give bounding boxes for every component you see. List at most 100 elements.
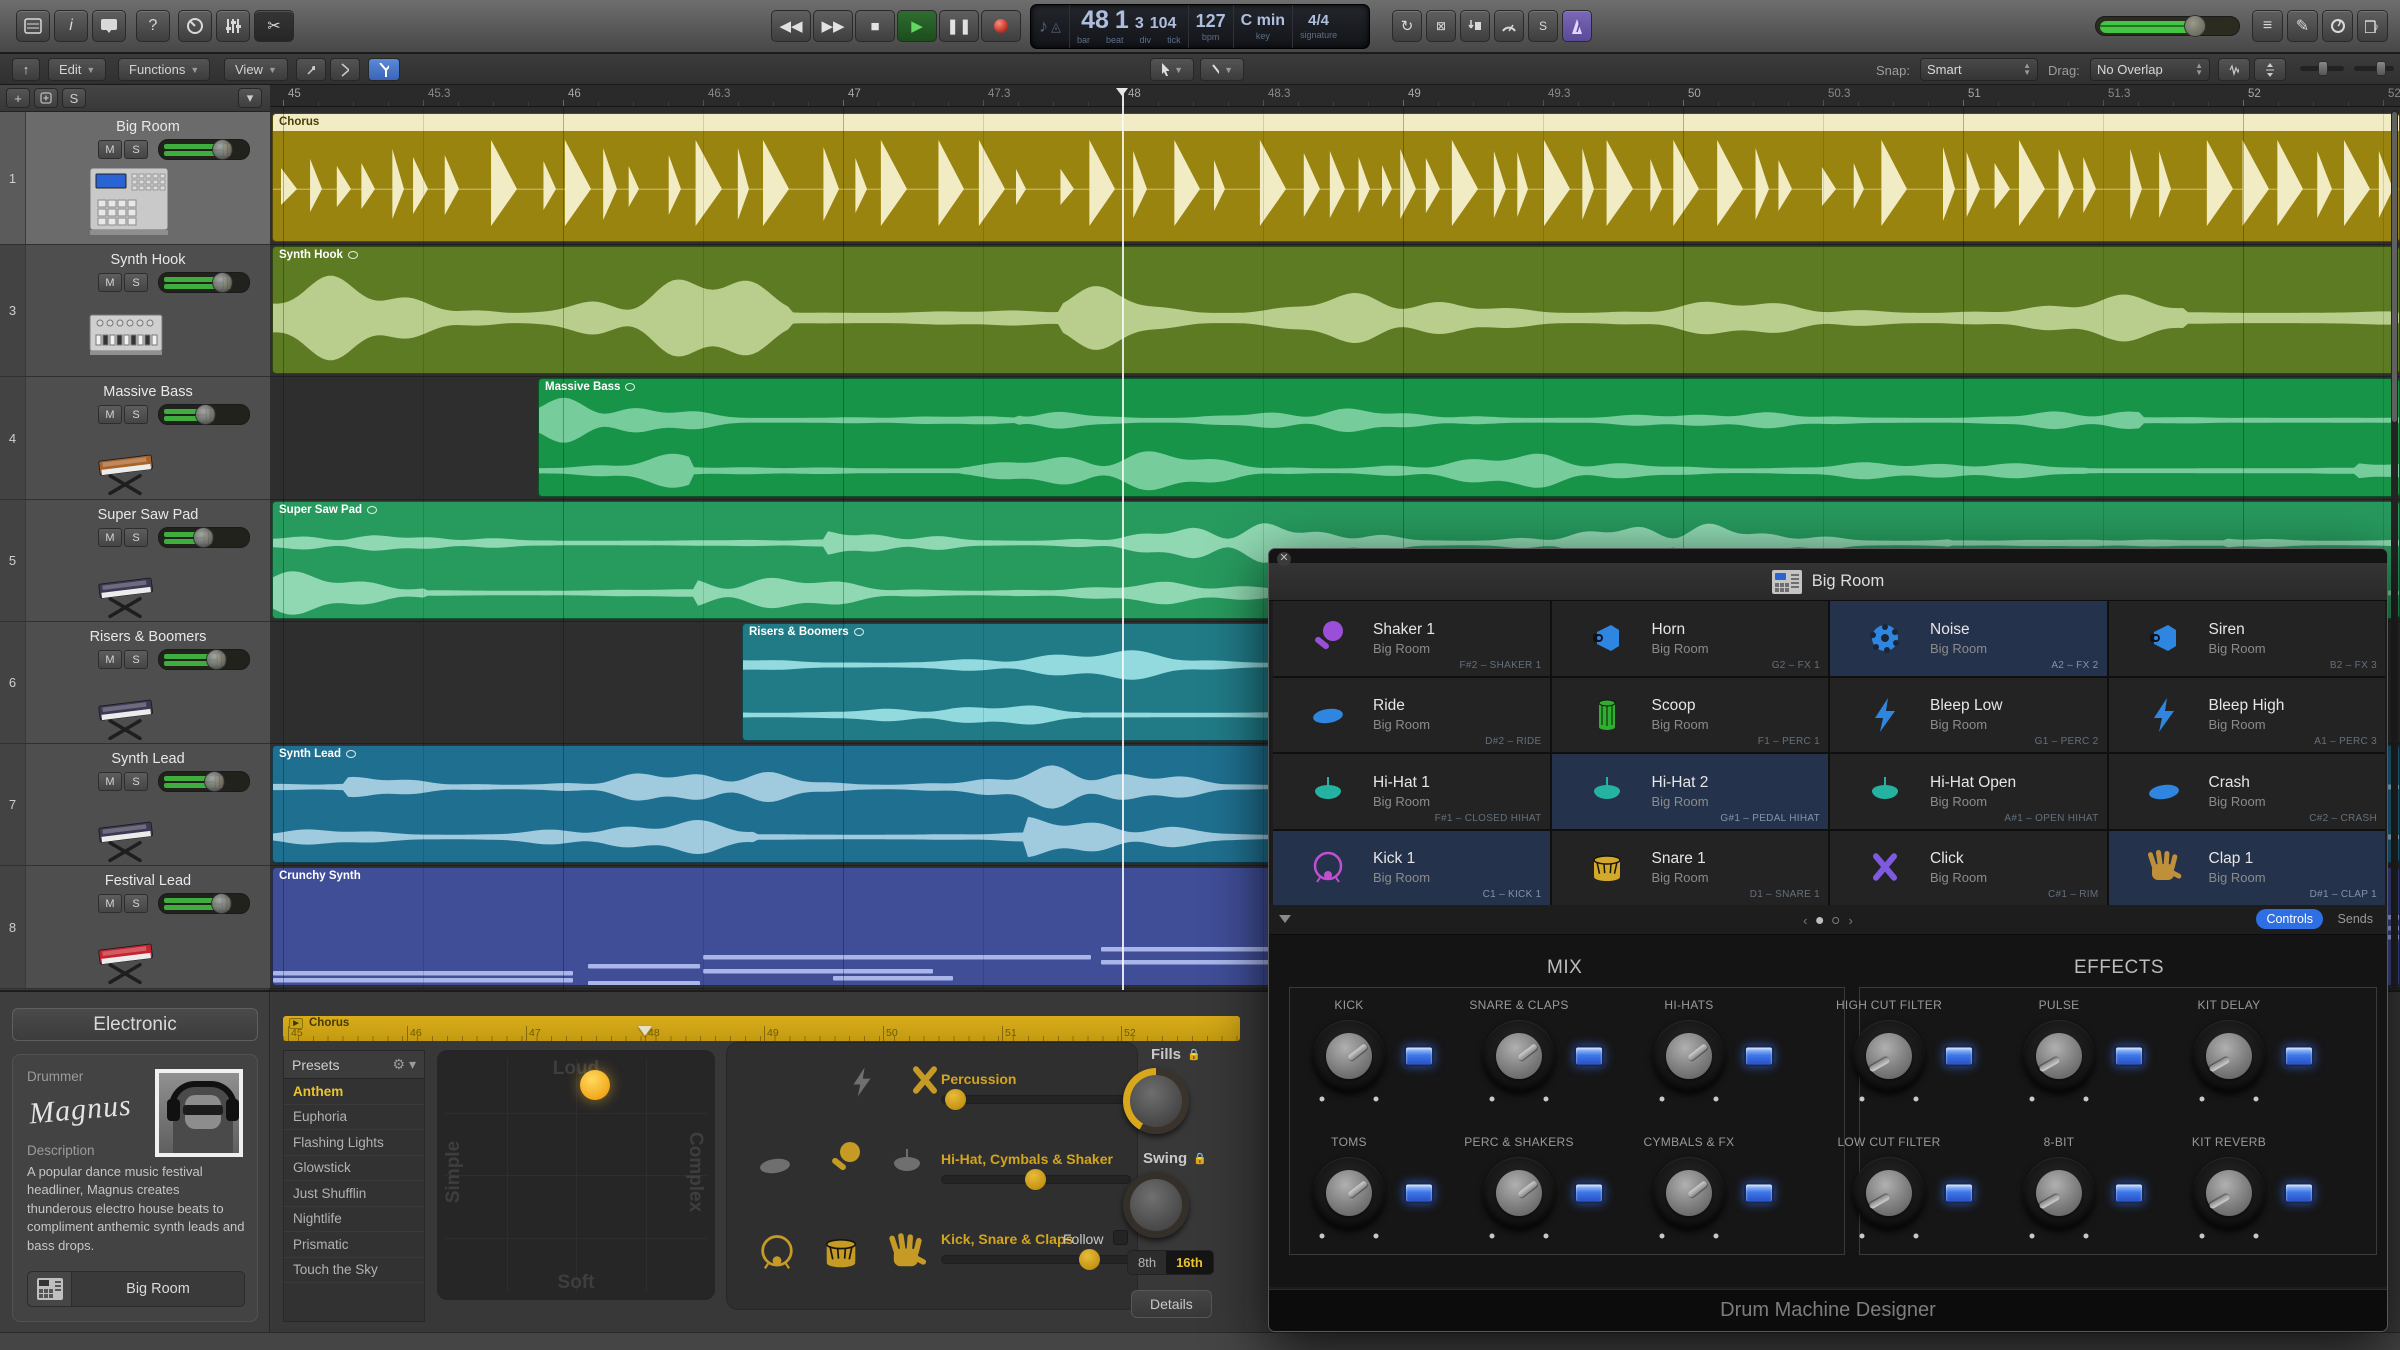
- perc-sticks-icon[interactable]: [905, 1061, 945, 1106]
- master-volume-slider[interactable]: [2095, 16, 2240, 36]
- slider-thumb-0[interactable]: [945, 1089, 966, 1110]
- slider-track-1[interactable]: [941, 1175, 1131, 1184]
- perc-hihat-icon[interactable]: [887, 1143, 927, 1188]
- track-volume-slider[interactable]: [158, 139, 250, 160]
- rate-8th[interactable]: 8th: [1128, 1251, 1166, 1274]
- inspector-icon[interactable]: i: [54, 10, 88, 42]
- slider-track-0[interactable]: [941, 1095, 1131, 1104]
- vertical-scrollbar[interactable]: [2391, 110, 2398, 988]
- lcd-position[interactable]: 48 1 3 104 bar beat div tick: [1070, 5, 1189, 48]
- pad-hi-hat-2[interactable]: Hi-Hat 2Big RoomG#1 – PEDAL HIHAT: [1552, 754, 1829, 829]
- knob-perc-shakers[interactable]: [1483, 1157, 1555, 1229]
- perc-hand-icon[interactable]: [885, 1231, 929, 1280]
- skip-cycle-icon[interactable]: ⊠: [1426, 10, 1456, 42]
- drummer-ruler[interactable]: ▶Chorus 4546474849505152: [283, 1016, 1240, 1041]
- knob-kit-reverb[interactable]: [2193, 1157, 2265, 1229]
- perc-cymbal-icon[interactable]: [755, 1145, 795, 1190]
- preset-item-touch-the-sky[interactable]: Touch the Sky: [284, 1258, 424, 1284]
- pad-kick-1[interactable]: Kick 1Big RoomC1 – KICK 1: [1273, 831, 1550, 906]
- mute-button[interactable]: M: [98, 528, 122, 547]
- drum-machine-designer-window[interactable]: ✕ Big Room Shaker 1Big RoomF#2 – SHAKER …: [1268, 548, 2388, 1332]
- help-icon[interactable]: ?: [136, 10, 170, 42]
- knob-low-cut-filter[interactable]: [1853, 1157, 1925, 1229]
- functions-menu[interactable]: Functions▼: [118, 58, 210, 81]
- playhead[interactable]: [1122, 90, 1124, 990]
- track-volume-slider[interactable]: [158, 272, 250, 293]
- track-header-risers-boomers[interactable]: 6Risers & BoomersMS: [0, 622, 270, 744]
- knob-led-button[interactable]: [1404, 1046, 1434, 1067]
- knob-8-bit[interactable]: [2023, 1157, 2095, 1229]
- pad-shaker-1[interactable]: Shaker 1Big RoomF#2 – SHAKER 1: [1273, 601, 1550, 676]
- knob-led-button[interactable]: [2284, 1183, 2314, 1204]
- preset-item-anthem[interactable]: Anthem: [284, 1079, 424, 1105]
- pad-bleep-high[interactable]: Bleep HighBig RoomA1 – PERC 3: [2109, 678, 2386, 753]
- crossfade-icon[interactable]: [330, 58, 360, 81]
- flex-icon[interactable]: [368, 58, 400, 81]
- master-volume-thumb[interactable]: [2184, 15, 2206, 37]
- perc-lightning-icon[interactable]: [845, 1065, 879, 1104]
- track-header-synth-hook[interactable]: 3Synth HookMS: [0, 245, 270, 377]
- slider-thumb-2[interactable]: [1079, 1249, 1100, 1270]
- mute-button[interactable]: M: [98, 650, 122, 669]
- h-zoom-slider[interactable]: [2300, 66, 2344, 71]
- presets-gear-icon[interactable]: ⚙ ▾: [393, 1056, 416, 1073]
- dmd-titlebar[interactable]: ✕: [1269, 549, 2387, 563]
- knob-kick[interactable]: [1313, 1020, 1385, 1092]
- secondary-tool-menu[interactable]: ▼: [1200, 58, 1244, 81]
- track-lane[interactable]: Massive Bass: [270, 377, 2400, 500]
- scrollbar-thumb[interactable]: [2392, 112, 2397, 422]
- knob-led-button[interactable]: [2114, 1046, 2144, 1067]
- automation-icon[interactable]: [296, 58, 326, 81]
- pointer-tool-menu[interactable]: ▼: [1150, 58, 1194, 81]
- region-synth-hook[interactable]: Synth Hook: [272, 246, 2400, 374]
- page-dot-2[interactable]: [1833, 917, 1840, 924]
- slider-thumb-1[interactable]: [1025, 1169, 1046, 1190]
- dmd-header[interactable]: Big Room: [1269, 563, 2387, 601]
- track-volume-thumb[interactable]: [195, 404, 216, 425]
- tab-controls[interactable]: Controls: [2256, 909, 2323, 929]
- fills-knob[interactable]: [1123, 1068, 1189, 1134]
- preset-item-glowstick[interactable]: Glowstick: [284, 1156, 424, 1182]
- lcd-mode-icons[interactable]: ♪◬: [1031, 5, 1070, 48]
- tuner-icon[interactable]: [1494, 10, 1524, 42]
- knob-led-button[interactable]: [1574, 1046, 1604, 1067]
- knob-kit-delay[interactable]: [2193, 1020, 2265, 1092]
- pad-click[interactable]: ClickBig RoomC#1 – RIM: [1830, 831, 2107, 906]
- pad-bleep-low[interactable]: Bleep LowBig RoomG1 – PERC 2: [1830, 678, 2107, 753]
- track-lane[interactable]: Synth Hook: [270, 245, 2400, 377]
- knob-led-button[interactable]: [2114, 1183, 2144, 1204]
- pad-horn[interactable]: HornBig RoomG2 – FX 1: [1552, 601, 1829, 676]
- snap-select[interactable]: Smart▲▼: [1920, 58, 2038, 81]
- swing-rate-toggle[interactable]: 8th 16th: [1127, 1250, 1214, 1275]
- knob-toms[interactable]: [1313, 1157, 1385, 1229]
- drummer-playhead-marker[interactable]: [638, 1026, 652, 1036]
- mute-button[interactable]: M: [98, 894, 122, 913]
- view-menu[interactable]: View▼: [224, 58, 288, 81]
- autopunch-icon[interactable]: [1460, 10, 1490, 42]
- pause-button[interactable]: ❚❚: [939, 10, 979, 42]
- knob-snare-claps[interactable]: [1483, 1020, 1555, 1092]
- cycle-icon[interactable]: ↻: [1392, 10, 1422, 42]
- region-massive-bass[interactable]: Massive Bass: [538, 378, 2400, 497]
- smart-controls-icon[interactable]: [178, 10, 212, 42]
- knob-cymbals-fx[interactable]: [1653, 1157, 1725, 1229]
- lcd-signature[interactable]: 4/4 signature: [1293, 5, 1344, 48]
- mute-button[interactable]: M: [98, 140, 122, 159]
- library-icon[interactable]: [16, 10, 50, 42]
- knob-led-button[interactable]: [1744, 1183, 1774, 1204]
- knob-led-button[interactable]: [1944, 1046, 1974, 1067]
- slider-track-2[interactable]: [941, 1255, 1131, 1264]
- solo-button[interactable]: S: [124, 528, 148, 547]
- preset-item-euphoria[interactable]: Euphoria: [284, 1105, 424, 1131]
- knob-pulse[interactable]: [2023, 1020, 2095, 1092]
- track-header-big-room[interactable]: 1Big RoomMS: [0, 112, 270, 245]
- disclosure-triangle-icon[interactable]: [1279, 915, 1291, 923]
- rate-16th[interactable]: 16th: [1166, 1251, 1213, 1274]
- apple-loops-icon[interactable]: [2322, 10, 2353, 42]
- xy-puck[interactable]: [580, 1070, 610, 1100]
- solo-mode-icon[interactable]: S: [1528, 10, 1558, 42]
- pad-snare-1[interactable]: Snare 1Big RoomD1 – SNARE 1: [1552, 831, 1829, 906]
- kit-selector[interactable]: Big Room: [27, 1271, 245, 1307]
- pad-hi-hat-1[interactable]: Hi-Hat 1Big RoomF#1 – CLOSED HIHAT: [1273, 754, 1550, 829]
- pad-ride[interactable]: RideBig RoomD#2 – RIDE: [1273, 678, 1550, 753]
